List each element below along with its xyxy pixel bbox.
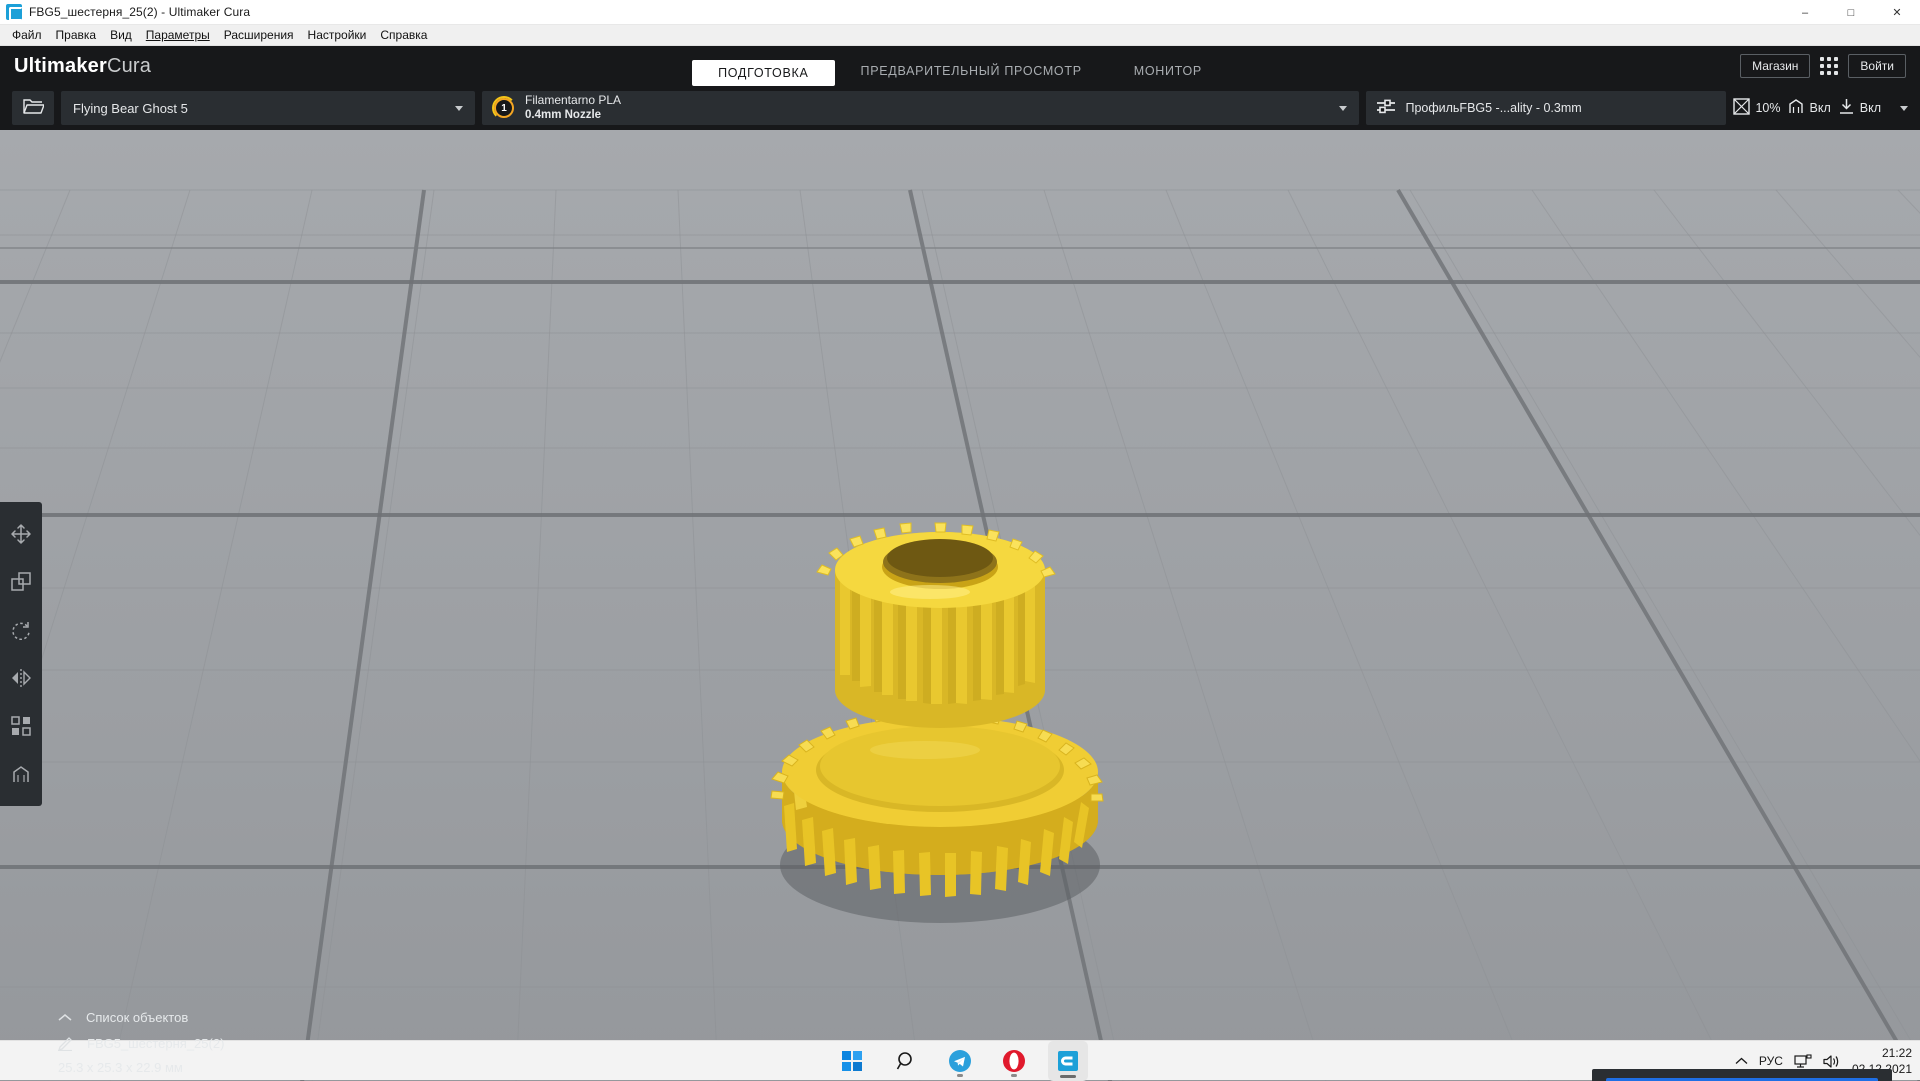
- support-stat[interactable]: Вкл: [1788, 98, 1831, 118]
- print-settings-select[interactable]: ПрофильFBG5 -...ality - 0.3mm: [1366, 91, 1726, 125]
- taskbar-apps: [832, 1041, 1088, 1081]
- adhesion-stat[interactable]: Вкл: [1838, 98, 1908, 118]
- minimize-button[interactable]: –: [1782, 0, 1828, 25]
- tray-expand-button[interactable]: [1735, 1057, 1748, 1065]
- object-name: FBG5_шестерня_25(2): [87, 1036, 224, 1051]
- windows-icon: [842, 1051, 862, 1071]
- scale-icon: [11, 572, 31, 592]
- app-header: UltimakerCura ПОДГОТОВКА ПРЕДВАРИТЕЛЬНЫЙ…: [0, 46, 1920, 86]
- stage-tabs: ПОДГОТОВКА ПРЕДВАРИТЕЛЬНЫЙ ПРОСМОТР МОНИ…: [0, 46, 1920, 86]
- menu-help[interactable]: Справка: [373, 26, 434, 44]
- support-icon: [1788, 98, 1805, 118]
- menu-edit[interactable]: Правка: [49, 26, 104, 44]
- slice-panel: Нарезка на слои: [1592, 1069, 1892, 1081]
- search-button[interactable]: [886, 1041, 926, 1081]
- chevron-down-icon: [455, 106, 463, 111]
- print-settings-icon: [1376, 99, 1396, 118]
- window-title: FBG5_шестерня_25(2) - Ultimaker Cura: [29, 5, 250, 19]
- maximize-button[interactable]: □: [1828, 0, 1874, 25]
- telegram-button[interactable]: [940, 1041, 980, 1081]
- extruder-number: 1: [501, 103, 507, 114]
- window-controls: – □ ✕: [1782, 0, 1920, 25]
- menu-file[interactable]: Файл: [5, 26, 49, 44]
- object-list-header[interactable]: Список объектов: [58, 1010, 224, 1025]
- cura-icon: [1057, 1050, 1079, 1072]
- extruder-badge: 1: [494, 98, 514, 118]
- object-list-item[interactable]: FBG5_шестерня_25(2): [58, 1036, 224, 1051]
- search-icon: [896, 1051, 916, 1071]
- infill-value: 10%: [1755, 101, 1780, 115]
- cura-icon: [6, 4, 22, 20]
- object-list-caption: Список объектов: [86, 1010, 188, 1025]
- pencil-icon: [58, 1036, 73, 1051]
- volume-icon: [1823, 1054, 1841, 1069]
- object-list-panel: Список объектов FBG5_шестерня_25(2) 25.3…: [58, 1010, 224, 1081]
- move-tool[interactable]: [0, 510, 42, 558]
- adhesion-value: Вкл: [1860, 101, 1881, 115]
- opera-icon: [1003, 1050, 1025, 1072]
- per-model-settings-tool[interactable]: [0, 702, 42, 750]
- network-button[interactable]: [1794, 1054, 1812, 1069]
- start-button[interactable]: [832, 1041, 872, 1081]
- menu-bar: Файл Правка Вид Параметры Расширения Нас…: [0, 25, 1920, 46]
- mirror-tool[interactable]: [0, 654, 42, 702]
- chevron-down-icon: [1900, 106, 1908, 111]
- volume-button[interactable]: [1823, 1054, 1841, 1069]
- nozzle-size: 0.4mm Nozzle: [525, 108, 621, 122]
- telegram-icon: [949, 1050, 971, 1072]
- rotate-tool[interactable]: [0, 606, 42, 654]
- object-dimensions: 25.3 x 25.3 x 22.9 мм: [58, 1060, 224, 1075]
- chevron-up-icon: [1735, 1057, 1748, 1065]
- network-icon: [1794, 1054, 1812, 1069]
- material-name: Filamentarno PLA: [525, 93, 621, 108]
- rotate-icon: [11, 620, 31, 640]
- apps-grid-icon[interactable]: [1820, 57, 1838, 75]
- menu-view[interactable]: Вид: [103, 26, 139, 44]
- opera-button[interactable]: [994, 1041, 1034, 1081]
- infill-stat[interactable]: 10%: [1733, 98, 1780, 118]
- close-button[interactable]: ✕: [1874, 0, 1920, 25]
- support-blocker-icon: [11, 764, 31, 784]
- menu-preferences[interactable]: Настройки: [301, 26, 374, 44]
- header-actions: Магазин Войти: [1740, 46, 1906, 86]
- material-info: Filamentarno PLA 0.4mm Nozzle: [525, 93, 621, 122]
- chevron-down-icon: [1339, 106, 1347, 111]
- tab-prepare[interactable]: ПОДГОТОВКА: [692, 60, 834, 86]
- support-blocker-tool[interactable]: [0, 750, 42, 798]
- profile-name: ПрофильFBG5 -...ality - 0.3mm: [1405, 101, 1581, 115]
- tab-preview[interactable]: ПРЕДВАРИТЕЛЬНЫЙ ПРОСМОТР: [835, 56, 1108, 86]
- chevron-up-icon: [58, 1013, 72, 1022]
- build-plate-grid: [0, 130, 1920, 1081]
- folder-open-icon: [23, 98, 44, 118]
- language-indicator[interactable]: РУС: [1759, 1054, 1783, 1068]
- mirror-icon: [11, 668, 31, 688]
- infill-icon: [1733, 98, 1750, 118]
- model-tools: [0, 502, 42, 806]
- material-select[interactable]: 1 Filamentarno PLA 0.4mm Nozzle: [482, 91, 1359, 125]
- title-bar: FBG5_шестерня_25(2) - Ultimaker Cura – □…: [0, 0, 1920, 25]
- scale-tool[interactable]: [0, 558, 42, 606]
- support-value: Вкл: [1810, 101, 1831, 115]
- machine-settings-bar: Flying Bear Ghost 5 1 Filamentarno PLA 0…: [0, 86, 1920, 130]
- move-icon: [11, 524, 31, 544]
- clock-time: 21:22: [1852, 1045, 1912, 1061]
- sign-in-button[interactable]: Войти: [1848, 54, 1906, 78]
- build-plate-viewport[interactable]: Список объектов FBG5_шестерня_25(2) 25.3…: [0, 130, 1920, 1081]
- printer-select[interactable]: Flying Bear Ghost 5: [61, 91, 475, 125]
- menu-settings[interactable]: Параметры: [139, 26, 217, 44]
- tab-monitor[interactable]: МОНИТОР: [1108, 56, 1228, 86]
- marketplace-button[interactable]: Магазин: [1740, 54, 1810, 78]
- printer-name: Flying Bear Ghost 5: [73, 101, 188, 116]
- adhesion-icon: [1838, 98, 1855, 118]
- menu-extensions[interactable]: Расширения: [217, 26, 301, 44]
- cura-button[interactable]: [1048, 1041, 1088, 1081]
- open-file-button[interactable]: [12, 91, 54, 125]
- per-model-settings-icon: [11, 716, 31, 736]
